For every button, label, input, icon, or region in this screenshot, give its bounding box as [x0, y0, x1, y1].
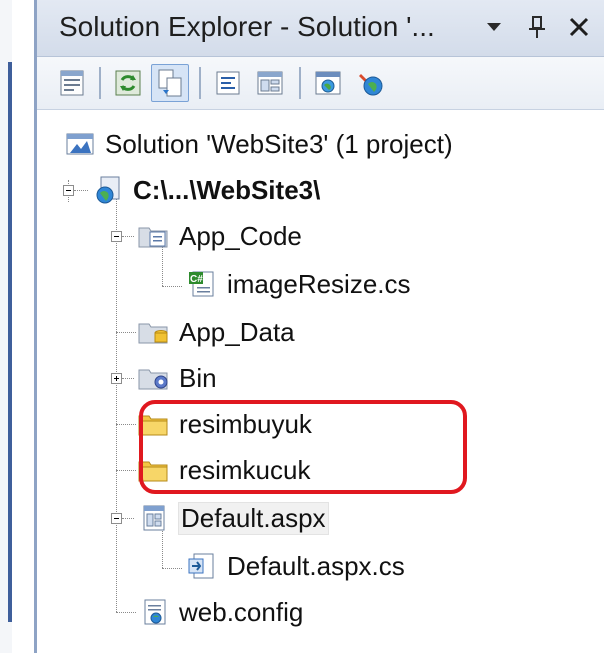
tree-node-solution[interactable]: Solution 'WebSite3' (1 project): [63, 122, 453, 166]
tree-node-default-aspx-cs[interactable]: Default.aspx.cs: [185, 544, 405, 588]
editor-selection-bar: [8, 62, 12, 622]
default-aspx-label: Default.aspx: [178, 501, 329, 535]
default-aspx-cs-label: Default.aspx.cs: [227, 550, 405, 581]
image-resize-label: imageResize.cs: [227, 268, 411, 299]
code-behind-file-icon: [185, 551, 219, 581]
tree-node-app-code[interactable]: App_Code: [137, 214, 302, 258]
svg-text:C#: C#: [190, 274, 203, 285]
special-folder-icon: [137, 221, 171, 251]
csharp-file-icon: C#: [185, 269, 219, 299]
tree-node-bin[interactable]: Bin: [137, 356, 217, 400]
project-label: C:\...\WebSite3\: [133, 174, 321, 205]
properties-icon[interactable]: [53, 64, 91, 102]
solution-explorer-panel: Solution Explorer - Solution '... Soluti…: [34, 0, 604, 653]
view-in-browser-icon[interactable]: [309, 64, 347, 102]
app-code-collapse-toggle[interactable]: [111, 231, 122, 242]
tree-node-image-resize[interactable]: C# imageResize.cs: [185, 262, 411, 306]
panel-titlebar: Solution Explorer - Solution '...: [37, 0, 604, 57]
window-position-dropdown-icon[interactable]: [477, 8, 511, 46]
config-file-icon: [137, 597, 171, 627]
app-code-label: App_Code: [179, 220, 302, 251]
app-data-label: App_Data: [179, 316, 295, 347]
solution-tree: Solution 'WebSite3' (1 project) C:\...\W…: [37, 112, 604, 653]
solution-explorer-toolbar: [37, 57, 604, 110]
view-designer-icon[interactable]: [251, 64, 289, 102]
close-icon[interactable]: [562, 8, 596, 46]
tree-node-web-config[interactable]: web.config: [137, 590, 303, 634]
tree-node-app-data[interactable]: App_Data: [137, 310, 295, 354]
panel-title: Solution Explorer - Solution '...: [59, 11, 435, 42]
web-config-label: web.config: [179, 596, 304, 627]
project-collapse-toggle[interactable]: [63, 185, 74, 196]
bin-expand-toggle[interactable]: [111, 373, 122, 384]
data-folder-icon: [137, 317, 171, 347]
default-aspx-collapse-toggle[interactable]: [111, 513, 122, 524]
pin-icon[interactable]: [520, 8, 554, 46]
web-project-icon: [91, 175, 125, 205]
nest-related-files-icon[interactable]: [151, 64, 189, 102]
solution-label: Solution 'WebSite3' (1 project): [105, 128, 453, 159]
asp-net-configuration-icon[interactable]: [351, 64, 389, 102]
aspx-page-icon: [137, 503, 171, 533]
editor-left-edge: [0, 0, 34, 653]
bin-folder-icon: [137, 363, 171, 393]
tree-node-default-aspx[interactable]: Default.aspx: [137, 496, 329, 540]
view-code-icon[interactable]: [209, 64, 247, 102]
highlight-annotation: [139, 400, 467, 494]
bin-label: Bin: [179, 362, 217, 393]
refresh-icon[interactable]: [109, 64, 147, 102]
solution-icon: [63, 129, 97, 159]
tree-node-project[interactable]: C:\...\WebSite3\: [91, 168, 320, 212]
